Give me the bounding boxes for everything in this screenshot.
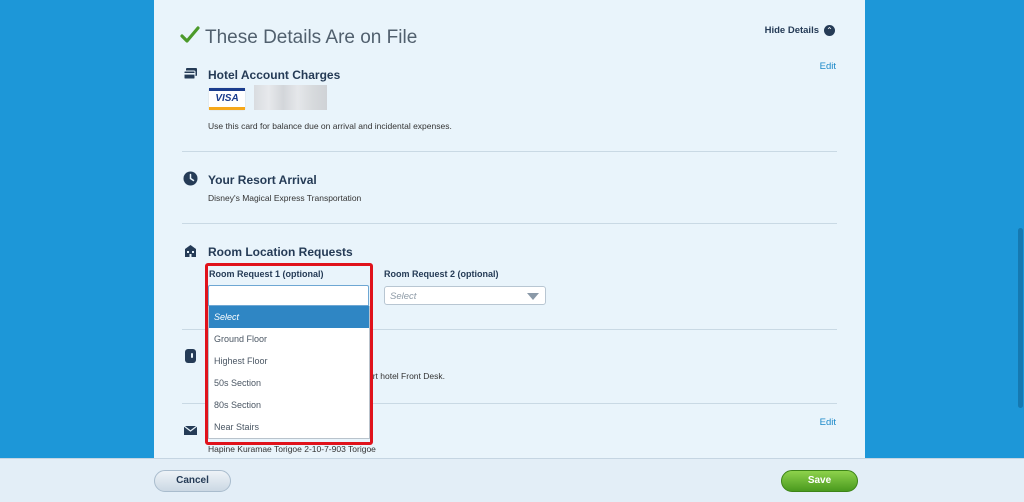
annotation-highlight	[205, 263, 373, 445]
save-button[interactable]: Save	[781, 470, 858, 492]
masked-card-number	[254, 85, 327, 110]
envelope-icon	[183, 425, 198, 435]
credit-card-icon	[183, 68, 197, 80]
room-request-2-label: Room Request 2 (optional)	[384, 269, 499, 279]
hotel-charges-description: Use this card for balance due on arrival…	[208, 121, 452, 131]
page-title: These Details Are on File	[205, 27, 418, 48]
resort-arrival-title: Your Resort Arrival	[208, 173, 317, 187]
divider	[182, 223, 837, 224]
divider	[182, 151, 837, 152]
checkmark-icon	[180, 26, 200, 43]
edit-mail-link[interactable]: Edit	[820, 417, 836, 428]
visa-top-bar	[209, 88, 245, 91]
hotel-building-icon	[185, 245, 196, 257]
mail-address: Hapine Kuramae Torigoe 2-10-7-903 Torigo…	[208, 444, 376, 454]
hotel-charges-title: Hotel Account Charges	[208, 68, 341, 82]
edit-hotel-charges-link[interactable]: Edit	[820, 61, 836, 72]
resort-arrival-description: Disney's Magical Express Transportation	[208, 193, 362, 203]
clock-icon	[183, 171, 198, 186]
room-request-2-value: Select	[390, 291, 417, 302]
visa-card-logo: VISA	[209, 88, 245, 110]
chevron-down-icon	[527, 293, 539, 300]
circle-up-icon[interactable]: ⌃	[824, 25, 835, 36]
visa-card-brand: VISA	[215, 93, 239, 104]
scrollbar-thumb[interactable]	[1018, 228, 1023, 408]
room-request-2-select[interactable]: Select	[384, 286, 546, 305]
visa-bottom-bar	[209, 107, 245, 110]
page-scrollbar[interactable]	[1016, 0, 1024, 458]
footer-bar: Cancel Save	[0, 458, 1024, 502]
cancel-button[interactable]: Cancel	[154, 470, 231, 492]
key-card-icon	[185, 349, 196, 363]
hide-details-link[interactable]: Hide Details	[765, 25, 819, 36]
room-requests-title: Room Location Requests	[208, 245, 353, 259]
